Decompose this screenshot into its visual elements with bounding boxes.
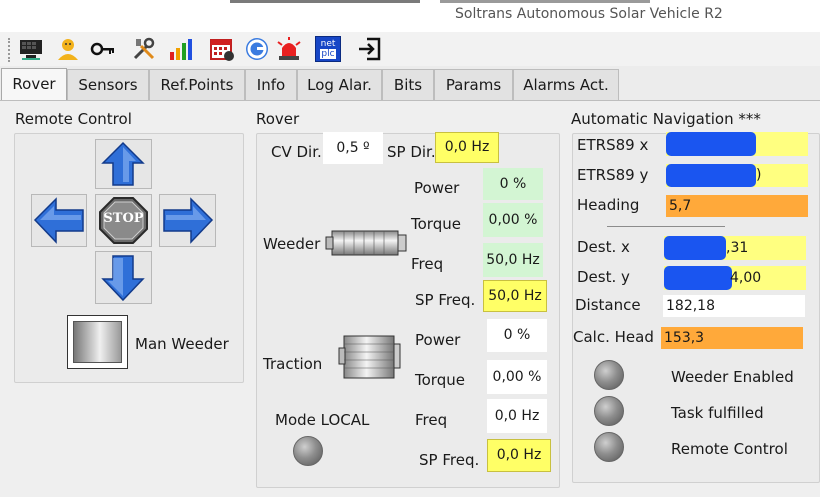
arrow-left-icon [33,197,84,244]
etrs-y-label: ETRS89 y [577,166,649,184]
remote-control-title: Remote Control [15,110,132,128]
cv-dir-value: 0,5 º [323,132,383,164]
netplc-top-text: net [320,39,336,49]
dest-y-text: 4,00 [730,270,762,286]
mode-local-indicator [293,436,323,466]
backward-button[interactable] [95,251,152,304]
tools-icon[interactable] [131,36,157,62]
dest-x-label: Dest. x [577,238,630,256]
tab-params[interactable]: Params [434,69,513,100]
traction-power-value: 0 % [487,319,547,352]
weeder-freq-label: Freq [411,255,444,273]
title-strip-secondary [440,0,650,3]
left-button[interactable] [31,194,87,247]
weeder-sp-freq-input[interactable]: 50,0 Hz [483,280,547,312]
weeder-enabled-indicator [594,360,624,390]
weeder-torque-label: Torque [411,215,461,233]
etrs-y-suffix: ) [756,167,762,183]
nav-divider [607,226,725,227]
etrs-y-value: ) [666,164,808,187]
weeder-label: Weeder [263,235,321,253]
forward-button[interactable] [95,139,152,189]
tab-bits[interactable]: Bits [382,69,434,100]
stop-label: STOP [103,211,144,226]
traction-freq-label: Freq [415,411,448,429]
netplc-bottom-text: plc [320,49,336,59]
remote-control-status-label: Remote Control [671,440,788,458]
traction-sp-freq-input[interactable]: 0,0 Hz [487,439,551,472]
tab-bar: Rover Sensors Ref.Points Info Log Alar. … [0,68,820,101]
man-weeder-label: Man Weeder [135,335,229,353]
toggle-knob [73,321,122,363]
key-icon[interactable] [90,36,116,62]
traction-freq-value: 0,0 Hz [487,399,547,433]
display-icon[interactable] [18,36,44,62]
refresh-icon[interactable] [244,36,270,62]
dest-y-value: 4,00 [664,266,806,290]
bar-chart-icon[interactable] [168,36,194,62]
calc-head-label: Calc. Head [573,328,654,346]
task-fulfilled-indicator [594,396,624,426]
cv-dir-label: CV Dir. [271,143,322,161]
weeder-power-label: Power [414,179,460,197]
weeder-motor-icon [324,226,410,260]
distance-label: Distance [575,296,641,314]
man-weeder-toggle[interactable] [67,315,128,369]
rover-title: Rover [256,110,300,128]
traction-label: Traction [263,355,323,373]
tab-ref-points[interactable]: Ref.Points [149,69,245,100]
tab-sensors[interactable]: Sensors [67,69,149,100]
tab-rover[interactable]: Rover [1,68,67,101]
arrow-up-icon [101,141,145,186]
redacted-dest-x [664,236,726,260]
arrow-down-icon [101,255,145,302]
user-icon[interactable] [55,36,81,62]
heading-label: Heading [577,196,640,214]
dest-y-label: Dest. y [577,268,630,286]
window-title: Soltrans Autonomous Solar Vehicle R2 [455,6,723,22]
dest-x-text: ,31 [726,240,749,256]
weeder-torque-value: 0,00 % [483,203,543,237]
weeder-power-value: 0 % [483,168,543,200]
weeder-freq-value: 50,0 Hz [483,243,543,277]
redacted-dest-y [664,266,732,290]
calendar-icon[interactable] [209,36,235,62]
distance-value: 182,18 [663,295,805,317]
sp-dir-input[interactable]: 0,0 Hz [435,132,499,163]
dest-x-value: ,31 [664,236,806,260]
redacted-etrs-y [666,164,756,187]
etrs-x-label: ETRS89 x [577,136,649,154]
traction-power-label: Power [415,331,461,349]
weeder-sp-freq-label: SP Freq. [415,291,476,309]
netplc-icon[interactable]: net plc [315,36,341,62]
stop-button[interactable]: STOP [95,194,152,247]
sp-dir-label: SP Dir. [387,143,436,161]
tab-log-alar[interactable]: Log Alar. [297,69,382,100]
tab-alarms-act[interactable]: Alarms Act. [513,69,619,100]
navigation-title: Automatic Navigation *** [571,110,761,128]
redacted-etrs-x [666,132,756,156]
traction-torque-label: Torque [415,371,465,389]
arrow-right-icon [163,197,214,244]
etrs-x-value [666,132,808,156]
title-bar: Soltrans Autonomous Solar Vehicle R2 [0,0,820,32]
exit-icon[interactable] [357,36,383,62]
traction-sp-freq-label: SP Freq. [419,451,480,469]
alarm-siren-icon[interactable] [276,36,302,62]
heading-value: 5,7 [666,195,808,217]
task-fulfilled-label: Task fulfilled [671,404,764,422]
toolbar: net plc [0,32,820,66]
title-strip [230,0,420,3]
calc-head-value: 153,3 [661,327,803,349]
weeder-enabled-label: Weeder Enabled [671,368,794,386]
traction-motor-icon [338,330,402,382]
toolbar-grip [8,38,12,62]
right-button[interactable] [159,194,216,247]
mode-local-label: Mode LOCAL [275,411,370,429]
traction-torque-value: 0,00 % [487,360,547,394]
tab-info[interactable]: Info [245,69,297,100]
remote-control-indicator [594,432,624,462]
